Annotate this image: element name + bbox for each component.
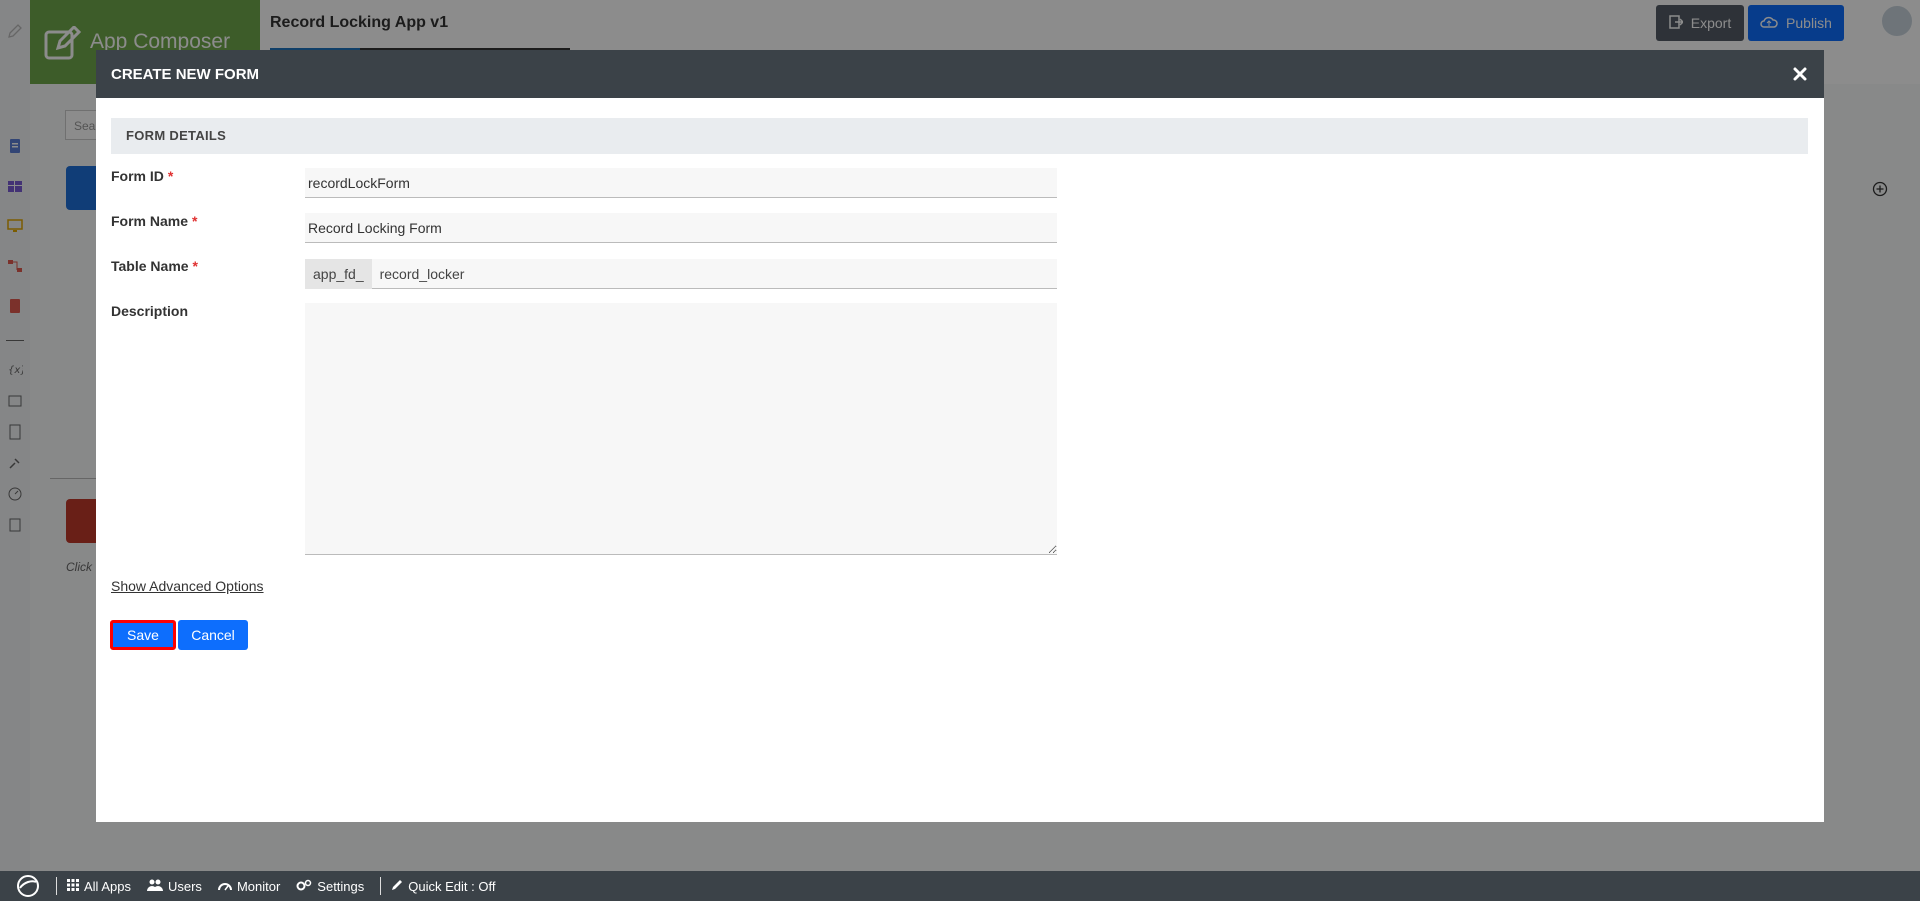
required-marker: * bbox=[192, 258, 198, 274]
modal-title: CREATE NEW FORM bbox=[111, 65, 260, 83]
footer-settings-label: Settings bbox=[317, 878, 365, 894]
required-marker: * bbox=[192, 213, 198, 229]
save-button[interactable]: Save bbox=[110, 620, 176, 650]
footer-quick-edit-label: Quick Edit : Off bbox=[408, 878, 496, 894]
table-name-field: app_fd_ bbox=[305, 258, 1057, 289]
dashboard-icon bbox=[217, 879, 232, 894]
footer-all-apps[interactable]: All Apps bbox=[67, 878, 131, 894]
cancel-button[interactable]: Cancel bbox=[178, 620, 248, 650]
footer-users-label: Users bbox=[167, 878, 202, 894]
table-prefix: app_fd_ bbox=[305, 258, 372, 289]
form-id-label: Form ID * bbox=[111, 168, 173, 184]
footer-settings[interactable]: Settings bbox=[296, 879, 364, 894]
gears-icon bbox=[296, 879, 312, 894]
modal-header: CREATE NEW FORM bbox=[96, 50, 1824, 98]
joget-logo-icon[interactable] bbox=[10, 871, 46, 901]
create-form-modal: CREATE NEW FORM FORM DETAILS Form ID* Fo… bbox=[96, 50, 1824, 822]
footer-monitor[interactable]: Monitor bbox=[217, 878, 281, 894]
users-icon bbox=[146, 879, 163, 894]
form-id-label-text: Form ID bbox=[111, 168, 164, 184]
footer-quick-edit[interactable]: Quick Edit : Off bbox=[391, 879, 495, 894]
footer-monitor-label: Monitor bbox=[236, 878, 281, 894]
form-name-label: Form Name * bbox=[111, 213, 197, 229]
grid-icon bbox=[67, 878, 79, 894]
section-header: FORM DETAILS bbox=[111, 118, 1808, 154]
show-advanced-options-link[interactable]: Show Advanced Options bbox=[111, 578, 264, 594]
footer-users[interactable]: Users bbox=[146, 878, 202, 894]
close-icon[interactable] bbox=[1790, 64, 1810, 84]
table-name-label: Table Name * bbox=[111, 258, 198, 274]
footer-bar: All Apps Users Monitor Settings Quick Ed… bbox=[0, 871, 1920, 901]
footer-divider bbox=[56, 877, 57, 895]
form-name-label-text: Form Name bbox=[111, 213, 189, 229]
table-name-input[interactable] bbox=[371, 258, 1057, 289]
form-name-input[interactable] bbox=[305, 213, 1057, 243]
description-label: Description bbox=[111, 303, 189, 319]
description-textarea[interactable] bbox=[305, 303, 1057, 555]
form-id-input[interactable] bbox=[305, 168, 1057, 198]
required-marker: * bbox=[167, 168, 174, 184]
footer-divider bbox=[380, 877, 382, 895]
footer-all-apps-label: All Apps bbox=[84, 878, 131, 894]
pencil-icon bbox=[391, 879, 403, 894]
table-name-label-text: Table Name bbox=[111, 258, 189, 274]
